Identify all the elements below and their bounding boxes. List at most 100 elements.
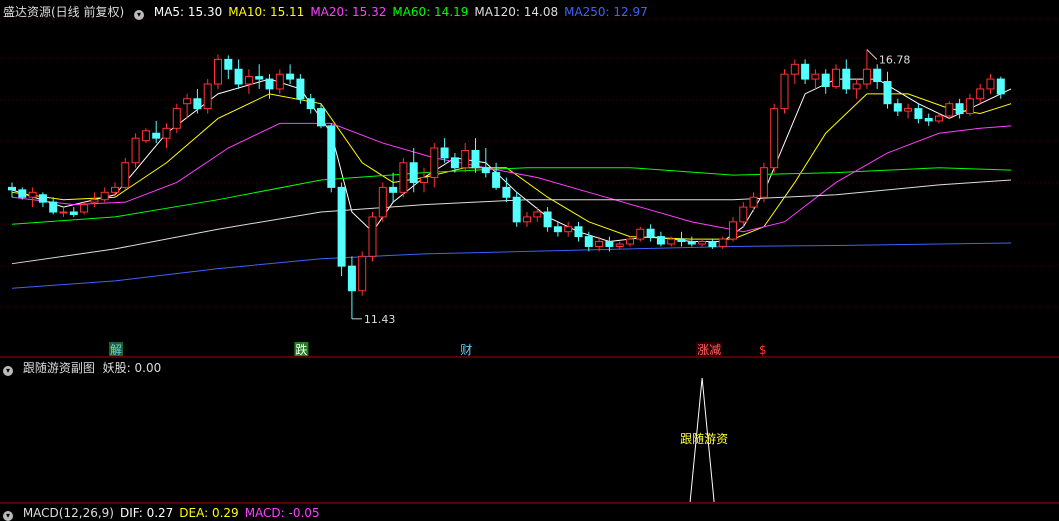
event-marker-1: 跌: [295, 342, 307, 357]
candle-body-69: [718, 238, 727, 247]
candle-body-16: [172, 108, 181, 129]
candle-body-62: [646, 228, 655, 238]
macd-header: ▾ MACD(12,26,9) DIF: 0.27 DEA: 0.29 MACD: -…: [3, 506, 332, 521]
candle-89: [924, 113, 933, 126]
candle-body-70: [729, 221, 737, 240]
candle-body-5: [59, 211, 68, 214]
candle-body-72: [749, 196, 758, 208]
candle-body-57: [595, 241, 604, 247]
candle-body-80: [832, 68, 840, 87]
candle-55: [574, 221, 583, 242]
candle-body-6: [69, 211, 78, 215]
candle-93: [965, 93, 974, 116]
settings-circle-icon[interactable]: ▾: [134, 10, 145, 20]
ma-legend-item-3: MA60: 14.19: [392, 5, 469, 19]
candle-body-65: [677, 238, 686, 243]
candle-body-4: [49, 201, 58, 213]
candle-38: [399, 157, 408, 198]
candle-29: [306, 93, 315, 114]
candle-body-13: [141, 130, 150, 142]
ma5-line: [11, 78, 1012, 243]
candle-body-32: [337, 186, 346, 267]
candle-22: [234, 59, 243, 89]
candle-body-20: [214, 58, 222, 85]
candle-body-77: [801, 63, 810, 80]
candle-body-26: [275, 73, 284, 90]
candle-37: [389, 172, 398, 203]
macd-legend-item-0: MACD(12,26,9): [22, 506, 114, 520]
sub-settings-circle-icon[interactable]: ▾: [3, 366, 13, 376]
price-annotations: 16.78 11.43 解 跌 财 涨减 $: [109, 49, 911, 357]
candle-body-86: [893, 103, 902, 112]
candle-body-93: [965, 98, 974, 115]
candle-77: [801, 59, 810, 84]
candle-body-44: [461, 149, 470, 169]
candle-80: [832, 64, 840, 89]
candle-50: [523, 212, 531, 227]
candle-body-17: [183, 98, 192, 105]
candle-body-81: [842, 68, 851, 90]
candle-45: [471, 138, 480, 173]
candle-body-40: [420, 177, 428, 183]
candle-59: [615, 241, 624, 249]
sub-indicator-panel: 跟随游资: [680, 377, 728, 503]
ma10-line: [11, 93, 1012, 240]
candle-body-27: [286, 73, 295, 80]
candle-body-37: [389, 186, 398, 193]
event-marker-4: $: [759, 343, 767, 357]
candle-67: [698, 239, 707, 247]
candle-72: [749, 192, 758, 212]
candle-5: [59, 207, 68, 217]
candle-24: [255, 64, 264, 89]
candle-body-11: [121, 162, 130, 188]
candle-body-29: [306, 98, 315, 110]
candle-11: [121, 157, 130, 190]
candle-body-75: [780, 73, 789, 110]
candle-body-68: [708, 241, 717, 247]
candle-91: [945, 101, 954, 119]
ma-legend: MA5: 15.30 MA10: 15.11 MA20: 15.32 MA60: 14…: [154, 5, 654, 19]
event-marker-2: 财: [460, 343, 472, 357]
candle-body-85: [883, 81, 892, 105]
candle-body-88: [914, 108, 923, 119]
candle-body-14: [152, 132, 161, 139]
candle-body-38: [399, 162, 408, 193]
candle-54: [564, 221, 573, 237]
candle-12: [131, 133, 140, 168]
candle-27: [286, 64, 295, 84]
candle-86: [893, 98, 902, 116]
candle-70: [729, 216, 737, 242]
candle-84: [873, 64, 882, 89]
candle-body-0: [8, 186, 16, 191]
sub-header: ▾ 跟随游资副图 妖股: 0.00: [3, 361, 167, 376]
candle-body-2: [28, 191, 37, 198]
candle-18: [193, 88, 202, 114]
candle-14: [152, 120, 161, 144]
candle-51: [533, 207, 542, 222]
candle-body-41: [430, 147, 439, 179]
candle-body-92: [955, 103, 964, 115]
candle-32: [337, 182, 346, 276]
candle-19: [203, 79, 212, 114]
candle-9: [100, 187, 109, 203]
sub-title: 跟随游资副图: [22, 361, 95, 375]
spike-label: 跟随游资: [680, 431, 728, 446]
candle-body-15: [162, 127, 171, 139]
candle-4: [49, 197, 58, 215]
candle-61: [636, 226, 645, 242]
candle-body-36: [378, 186, 387, 218]
max-price-label: 16.78: [879, 54, 911, 67]
candle-body-8: [90, 199, 99, 203]
candle-body-83: [862, 68, 871, 85]
candle-body-74: [770, 108, 779, 169]
price-gridlines: [0, 18, 1059, 504]
macd-legend: MACD(12,26,9) DIF: 0.27 DEA: 0.29 MACD: -0.…: [23, 506, 326, 520]
candle-33: [347, 256, 356, 319]
candle-65: [677, 231, 686, 247]
candle-body-71: [739, 206, 748, 223]
candle-body-55: [574, 226, 583, 238]
stock-chart[interactable]: 16.78 11.43 解 跌 财 涨减 $ 跟随游资: [0, 0, 1059, 513]
candle-body-78: [811, 73, 820, 80]
ma120-line: [11, 179, 1012, 265]
candle-body-12: [131, 137, 140, 164]
